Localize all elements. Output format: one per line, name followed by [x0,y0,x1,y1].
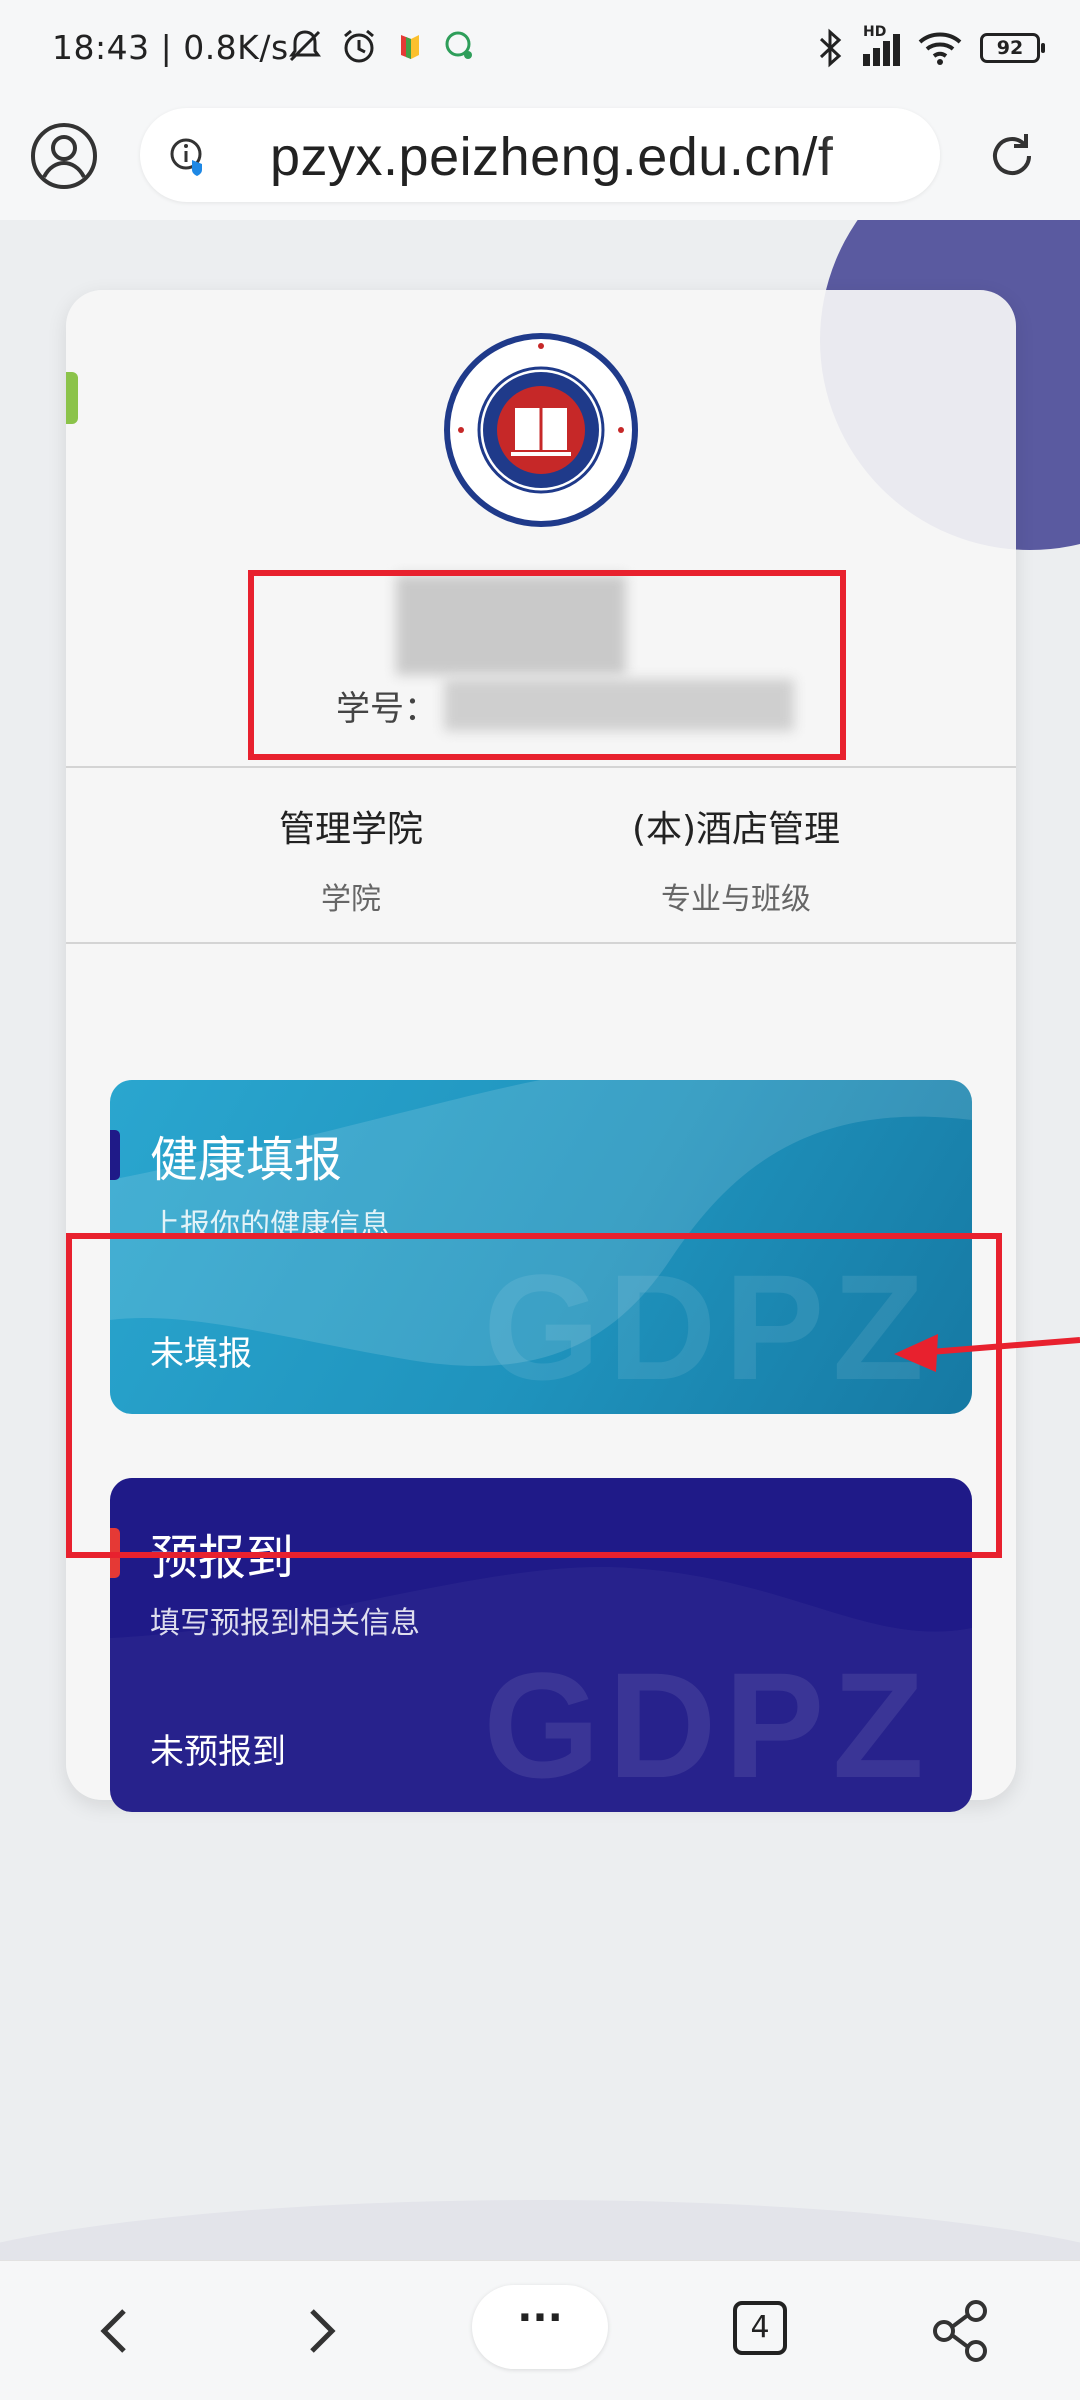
alarm-icon [344,29,374,63]
major-info: (本)酒店管理 专业与班级 [536,800,936,918]
account-avatar-icon[interactable] [28,120,100,192]
wifi-icon [918,32,962,65]
forward-icon[interactable] [280,2291,360,2371]
status-time: 18:43 | 0.8K/s [52,28,289,67]
divider-bottom [66,942,1016,944]
mute-bell-icon [289,30,321,62]
site-info-icon[interactable] [168,136,208,176]
reload-icon[interactable] [982,126,1042,186]
decorative-bottom-shape [0,2200,1080,2260]
url-text: pzyx.peizheng.edu.cn/f [270,127,834,187]
college-info: 管理学院 学院 [151,800,551,918]
college-value: 管理学院 [278,809,423,850]
status-icons-right: HD 92 [815,24,1045,68]
side-indicator [66,372,78,424]
url-field[interactable]: pzyx.peizheng.edu.cn/f [140,108,940,202]
signal-strength-icon: HD [863,24,900,66]
card-marker [110,1130,120,1180]
college-logo [444,333,638,527]
page-content: 学号： 管理学院 学院 (本)酒店管理 专业与班级 GDPZ 健康填报 上报你的… [0,220,1080,2260]
chat-notification-icon [445,31,472,59]
share-icon[interactable] [920,2291,1000,2371]
browser-address-bar: pzyx.peizheng.edu.cn/f [0,100,1080,220]
card-status: 未预报到 [150,1732,286,1772]
more-menu-button[interactable]: ··· [472,2285,608,2369]
major-label: 专业与班级 [661,882,811,917]
divider-top [66,766,1016,768]
card-watermark: GDPZ [483,1641,932,1809]
major-value: (本)酒店管理 [631,809,841,850]
annotation-box-health-card [66,1233,1002,1558]
card-title: 健康填报 [150,1132,343,1188]
college-label: 学院 [321,882,381,917]
annotation-arrow-icon [894,1334,1080,1372]
signal-hd-label: HD [863,24,887,40]
profile-card: 学号： 管理学院 学院 (本)酒店管理 专业与班级 GDPZ 健康填报 上报你的… [66,290,1016,1812]
status-bar: 18:43 | 0.8K/s HD 92 [0,0,1080,100]
browser-bottom-bar: ··· 4 [0,2260,1080,2400]
tabs-count-button[interactable]: 4 [733,2301,787,2355]
bluetooth-icon [819,28,842,68]
battery-icon: 92 [980,33,1045,63]
status-icons-left [285,26,477,66]
url-fade [820,108,940,202]
card-subtitle: 填写预报到相关信息 [150,1606,420,1641]
back-icon[interactable] [76,2291,156,2371]
annotation-box-student-info [248,570,846,760]
app-notification-icon [401,35,419,59]
